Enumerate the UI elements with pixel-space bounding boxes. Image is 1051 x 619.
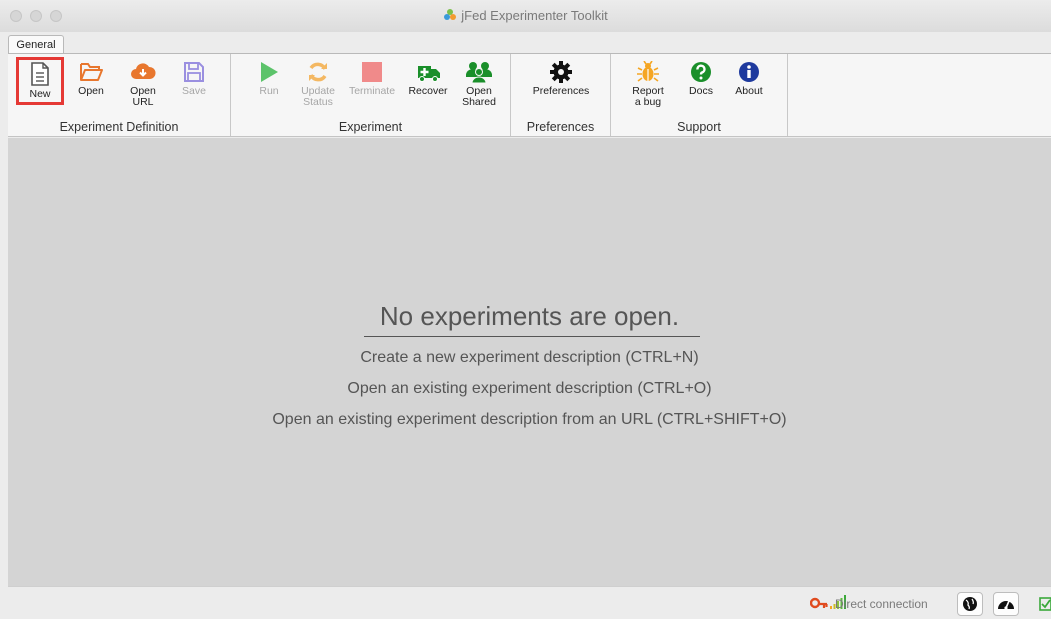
new-document-icon <box>31 62 49 86</box>
update-status-button[interactable]: Update Status <box>296 61 340 108</box>
group-label-experiment-definition: Experiment Definition <box>59 120 179 134</box>
terminate-button[interactable]: Terminate <box>343 61 401 97</box>
globe-icon <box>963 597 977 611</box>
speedometer-icon <box>998 600 1014 610</box>
open-url-button[interactable]: Open URL <box>121 61 165 108</box>
report-bug-button[interactable]: Report a bug <box>627 61 669 108</box>
title-bar: jFed Experimenter Toolkit <box>0 0 1051 33</box>
new-button[interactable]: New <box>16 57 64 105</box>
globe-status-button[interactable] <box>957 592 983 616</box>
dashboard-status-button[interactable] <box>993 592 1019 616</box>
bug-icon <box>637 61 659 82</box>
open-shared-button[interactable]: Open Shared <box>456 61 502 108</box>
ambulance-icon <box>418 66 440 82</box>
tab-general[interactable]: General <box>8 35 64 54</box>
save-button[interactable]: Save <box>174 61 214 97</box>
info-icon <box>739 62 759 82</box>
users-group-icon <box>466 62 492 83</box>
experiment-workspace: No experiments are open. Create a new ex… <box>8 138 1051 586</box>
gear-icon <box>550 61 572 83</box>
group-label-preferences: Preferences <box>526 120 595 134</box>
jfed-logo-icon <box>444 9 457 20</box>
ribbon-toolbar: New Open Open URL Save Experiment Defini… <box>8 53 1051 137</box>
recover-button[interactable]: Recover <box>403 61 453 97</box>
hint-new-experiment[interactable]: Create a new experiment description (CTR… <box>8 349 1051 367</box>
hint-open-url-experiment[interactable]: Open an existing experiment description … <box>8 411 1051 429</box>
group-support: Report a bug Docs About Support <box>611 54 788 136</box>
empty-state-divider <box>364 336 700 337</box>
stop-icon <box>362 62 382 82</box>
about-button[interactable]: About <box>729 61 769 97</box>
run-button[interactable]: Run <box>253 61 285 97</box>
preferences-button[interactable]: Preferences <box>524 61 598 97</box>
empty-state-title: No experiments are open. <box>379 301 680 331</box>
play-icon <box>261 62 278 82</box>
group-experiment-definition: New Open Open URL Save Experiment Defini… <box>8 54 231 136</box>
window-title: jFed Experimenter Toolkit <box>0 8 1051 23</box>
docs-button[interactable]: Docs <box>683 61 719 97</box>
status-bar: Direct connection <box>8 586 1051 619</box>
group-label-support: Support <box>677 120 721 134</box>
help-question-icon <box>691 62 711 82</box>
open-folder-icon <box>80 63 103 81</box>
group-label-experiment: Experiment <box>338 120 403 134</box>
save-disk-icon <box>184 62 204 82</box>
group-experiment: Run Update Status Terminate Recover Open… <box>231 54 511 136</box>
connection-status: Direct connection <box>835 597 928 611</box>
hint-open-experiment[interactable]: Open an existing experiment description … <box>8 380 1051 398</box>
group-preferences: Preferences Preferences <box>511 54 611 136</box>
key-icon <box>810 597 828 609</box>
tab-strip: General <box>0 32 1051 54</box>
cloud-download-icon <box>131 63 156 79</box>
checkbox-checked-icon[interactable] <box>1039 597 1051 611</box>
refresh-icon <box>309 62 327 82</box>
open-button[interactable]: Open <box>71 61 111 97</box>
